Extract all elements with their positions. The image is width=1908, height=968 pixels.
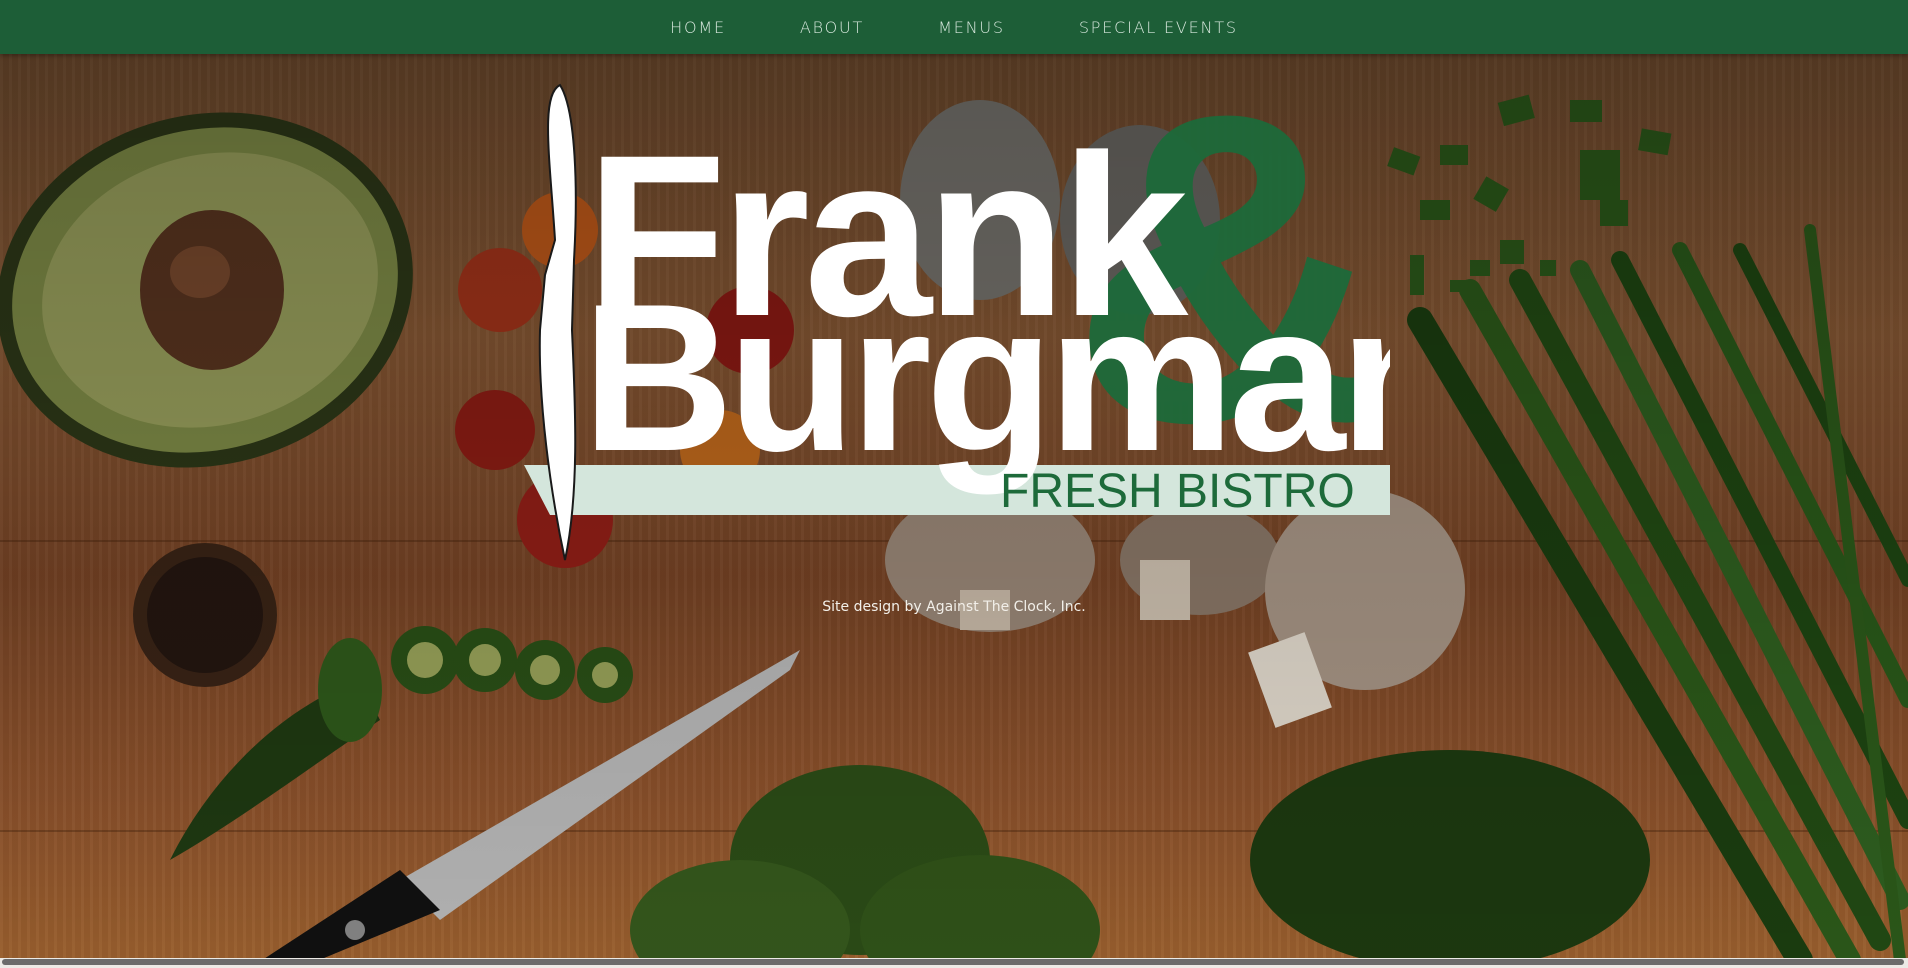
logo-tagline-text: FRESH BISTRO (1000, 465, 1355, 518)
nav-item-special-events[interactable]: SPECIAL EVENTS (1079, 18, 1238, 37)
spinach-image (630, 765, 1100, 960)
avocado-image (0, 112, 413, 468)
nav-item-about[interactable]: ABOUT (800, 18, 864, 37)
logo-burgman-text: Burgman (582, 260, 1390, 495)
site-credit: Site design by Against The Clock, Inc. (822, 599, 1086, 615)
frank-burgman-logo[interactable]: & Frank Burgman FRESH BISTRO (510, 70, 1390, 570)
nav-item-menus[interactable]: MENUS (938, 18, 1005, 37)
scrollbar-thumb[interactable] (2, 959, 1904, 965)
main-nav: HOME ABOUT MENUS SPECIAL EVENTS (0, 0, 1908, 54)
arugula-image (1250, 750, 1650, 960)
nav-item-home[interactable]: HOME (670, 18, 726, 37)
horizontal-scrollbar[interactable] (0, 958, 1908, 968)
